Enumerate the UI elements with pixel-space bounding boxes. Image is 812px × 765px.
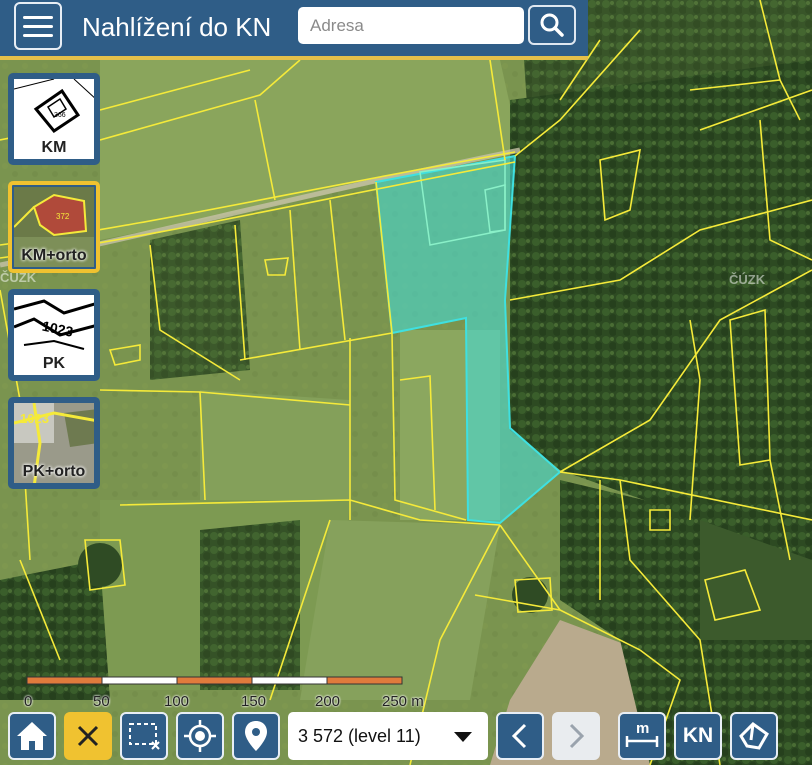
layer-km-orto-button[interactable]: 372 KM+orto — [8, 181, 100, 273]
forward-button[interactable] — [552, 712, 600, 760]
layer-km-label: KM — [41, 139, 67, 156]
place-marker-button[interactable] — [232, 712, 280, 760]
layer-pk-button[interactable]: 1023 PK — [8, 289, 100, 381]
thumb-parcel-number: 372 — [56, 212, 70, 221]
thumb-parcel-number: 1023 — [41, 318, 75, 340]
clear-selection-button[interactable] — [64, 712, 112, 760]
search-icon — [540, 13, 564, 37]
layer-pk-orto-button[interactable]: 1023 PK+orto — [8, 397, 100, 489]
crosshair-icon — [184, 720, 216, 752]
area-select-button[interactable] — [120, 712, 168, 760]
polygon-icon — [739, 722, 769, 750]
scale-label: 50 — [93, 693, 110, 710]
hamburger-icon — [23, 24, 53, 28]
scale-label: 100 — [164, 693, 190, 710]
layer-pk-orto-label: PK+orto — [22, 463, 86, 480]
hamburger-menu-button[interactable] — [14, 2, 62, 50]
chevron-right-icon — [569, 723, 585, 749]
layer-pk-label: PK — [42, 355, 66, 372]
thumb-parcel-number: 366 — [54, 112, 66, 119]
scale-label: 200 — [315, 693, 341, 710]
hamburger-icon — [23, 15, 53, 19]
map-pin-icon — [245, 721, 267, 751]
scale-level-select[interactable]: 3 572 (level 11) — [288, 712, 488, 760]
scale-level-value: 3 572 (level 11) — [298, 725, 421, 746]
rectangle-select-icon — [129, 723, 160, 750]
search-button[interactable] — [528, 5, 576, 45]
scale-label: 150 — [241, 693, 267, 710]
scale-label: 250 m — [382, 693, 424, 710]
ruler-icon: m — [625, 720, 659, 747]
back-button[interactable] — [496, 712, 544, 760]
top-bar: Nahlížení do KN — [0, 0, 588, 60]
measure-button[interactable]: m — [618, 712, 666, 760]
map-watermark: ČÚZK — [729, 272, 766, 287]
measure-label: m — [636, 720, 649, 737]
close-icon — [77, 725, 99, 747]
thumb-parcel-number: 1023 — [20, 411, 49, 426]
scale-label: 0 — [24, 693, 33, 710]
home-button[interactable] — [8, 712, 56, 760]
scale-bar — [26, 676, 403, 685]
hamburger-icon — [23, 33, 53, 37]
app-title: Nahlížení do KN — [82, 12, 272, 42]
chevron-left-icon — [511, 723, 527, 749]
layer-km-button[interactable]: 366 KM — [8, 73, 100, 165]
address-search-input[interactable] — [298, 7, 524, 44]
kn-info-button[interactable]: KN — [674, 712, 722, 760]
kn-label: KN — [682, 724, 714, 747]
cadastral-map[interactable] — [0, 0, 812, 765]
layer-km-orto-label: KM+orto — [21, 247, 87, 264]
chevron-down-icon — [454, 732, 472, 742]
parcel-draw-button[interactable] — [730, 712, 778, 760]
locate-me-button[interactable] — [176, 712, 224, 760]
home-icon — [17, 722, 47, 750]
